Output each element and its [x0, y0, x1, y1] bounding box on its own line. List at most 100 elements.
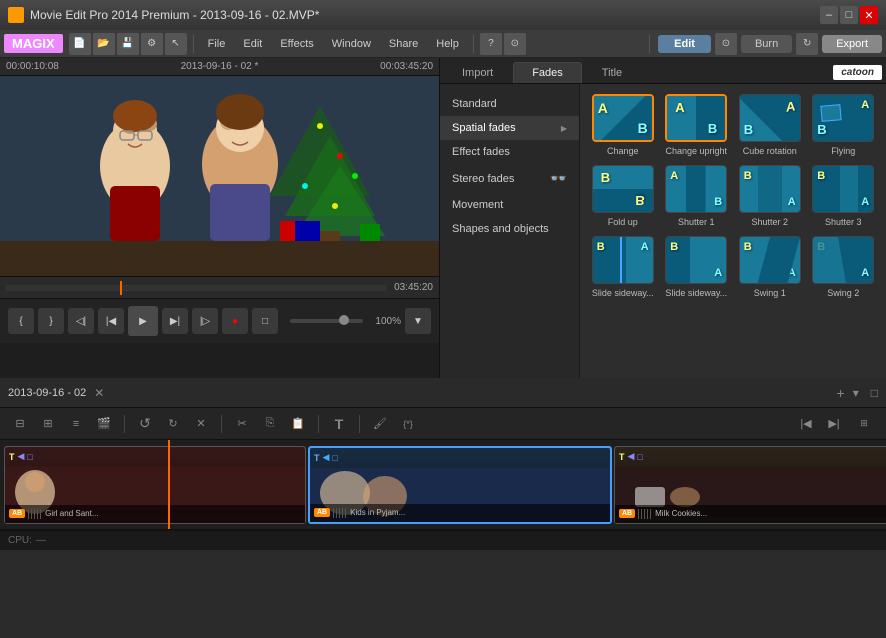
fade-slide1[interactable]: B A Slide sideway...	[590, 236, 656, 299]
scene-btn[interactable]: 🎬	[92, 412, 116, 436]
fade-fold[interactable]: B B Fold up	[590, 165, 656, 228]
fade-label-fold: Fold up	[608, 217, 638, 228]
redo-button[interactable]: ↻	[161, 412, 185, 436]
timeline-marker	[120, 281, 122, 295]
menu-file[interactable]: File	[200, 36, 234, 52]
save-button[interactable]: 💾	[117, 33, 139, 55]
fade-cube[interactable]: A B Cube rotation	[737, 94, 803, 157]
timeline-minimize-icon[interactable]: □	[871, 386, 878, 400]
fade-swing1[interactable]: B A Swing 1	[737, 236, 803, 299]
text-tool-btn[interactable]: T	[327, 412, 351, 436]
fades-item-shapes[interactable]: Shapes and objects	[440, 217, 579, 241]
next-frame-button[interactable]: |▷	[192, 308, 218, 334]
track-label: 2013-09-16 - 02 *	[181, 61, 259, 72]
fade-change[interactable]: A B Change	[590, 94, 656, 157]
record-button[interactable]: ●	[222, 308, 248, 334]
help-icon-button[interactable]: ?	[480, 33, 502, 55]
volume-down-icon: ▼	[405, 308, 431, 334]
paste-button[interactable]: 📋	[286, 412, 310, 436]
menu-share[interactable]: Share	[381, 36, 426, 52]
timeline-add-button[interactable]: +	[837, 385, 845, 401]
separator-3	[649, 35, 650, 53]
skip-start-btn[interactable]: |◀	[794, 412, 818, 436]
tab-title[interactable]: Title	[584, 63, 640, 83]
menu-edit[interactable]: Edit	[235, 36, 270, 52]
fade-slide2[interactable]: B A Slide sideway...	[664, 236, 730, 299]
maximize-button[interactable]: □	[840, 6, 858, 24]
close-button[interactable]: ✕	[860, 6, 878, 24]
volume-slider[interactable]	[290, 319, 363, 323]
timeline-toolbar: ⊟ ⊞ ≡ 🎬 ↺ ↻ ✕ ✂ ⎘ 📋 T 🖌 {*} |◀ ▶| ⊞	[0, 408, 886, 440]
burn-mode-button[interactable]: Burn	[741, 35, 792, 53]
export-mode-button[interactable]: Export	[822, 35, 882, 53]
open-button[interactable]: 📂	[93, 33, 115, 55]
menu-window[interactable]: Window	[324, 36, 379, 52]
play-button[interactable]: ▶	[128, 306, 158, 336]
fade-label-shutter1: Shutter 1	[678, 217, 715, 228]
clip-milk-cookies[interactable]: T ◀ □ AB Milk Cookies...	[614, 446, 886, 524]
fx-btn[interactable]: {*}	[396, 412, 420, 436]
fades-item-movement[interactable]: Movement	[440, 193, 579, 217]
fades-item-effect[interactable]: Effect fades	[440, 140, 579, 164]
fade-thumb-change-upright: A B	[665, 94, 727, 142]
text-icon-3: T	[619, 452, 625, 462]
clip-girl-santa[interactable]: T ◀ □ AB Girl and Sant...	[4, 446, 306, 524]
mark-out-button[interactable]: }	[38, 308, 64, 334]
skip-end-btn[interactable]: ▶|	[822, 412, 846, 436]
skip-fwd-button[interactable]: ▶|	[162, 308, 188, 334]
video-preview	[0, 76, 439, 276]
clip-header-3: T ◀ □	[615, 447, 886, 467]
tab-import[interactable]: Import	[444, 63, 511, 83]
edit-mode-button[interactable]: Edit	[658, 35, 711, 53]
view-mode-btn[interactable]: ⊟	[8, 412, 32, 436]
disc-icon: ⊙	[715, 33, 737, 55]
clip-name-2: Kids in Pyjam...	[350, 508, 405, 517]
fades-item-standard[interactable]: Standard	[440, 92, 579, 116]
fade-label-change-upright: Change upright	[665, 146, 727, 157]
mark-in-button[interactable]: {	[8, 308, 34, 334]
markers-btn[interactable]: ⊞	[850, 412, 878, 436]
fades-item-stereo[interactable]: Stereo fades 👓	[440, 164, 579, 193]
menu-help[interactable]: Help	[428, 36, 467, 52]
timeline-section: 2013-09-16 - 02 ✕ + ▾ □ ⊟ ⊞ ≡ 🎬 ↺ ↻ ✕ ✂ …	[0, 378, 886, 530]
fades-grid: A B Change A B Change upright	[580, 84, 886, 378]
fade-shutter3[interactable]: B A Shutter 3	[811, 165, 877, 228]
fade-label-slide2: Slide sideway...	[665, 288, 727, 299]
new-button[interactable]: 📄	[69, 33, 91, 55]
list-view-btn[interactable]: ≡	[64, 412, 88, 436]
delete-button[interactable]: ✕	[189, 412, 213, 436]
clip-kids-pyjama[interactable]: T ◀ □ AB Kids in Pyjam...	[308, 446, 612, 524]
transport-bar: { } ◁| |◀ ▶ ▶| |▷ ● □ 100% ▼	[0, 298, 439, 343]
waveform-icon-3	[638, 509, 652, 519]
skip-back-button[interactable]: |◀	[98, 308, 124, 334]
minimize-button[interactable]: –	[820, 6, 838, 24]
fades-item-spatial[interactable]: Spatial fades ▶	[440, 116, 579, 140]
clip-footer: AB Girl and Sant...	[5, 505, 305, 523]
separator-1	[193, 35, 194, 53]
fade-swing2[interactable]: B A Swing 2	[811, 236, 877, 299]
fade-shutter2[interactable]: B A Shutter 2	[737, 165, 803, 228]
timeline-expand-button[interactable]: ▾	[853, 386, 859, 400]
cursor-button[interactable]: ↖	[165, 33, 187, 55]
fade-change-upright[interactable]: A B Change upright	[664, 94, 730, 157]
menu-effects[interactable]: Effects	[272, 36, 321, 52]
overlay-icon-2: □	[332, 453, 337, 463]
grid-view-btn[interactable]: ⊞	[36, 412, 60, 436]
settings-button[interactable]: ⚙	[141, 33, 163, 55]
fade-shutter1[interactable]: A B Shutter 1	[664, 165, 730, 228]
volume-handle[interactable]	[339, 315, 349, 325]
copy-button[interactable]: ⎘	[258, 412, 282, 436]
timeline-header: 2013-09-16 - 02 ✕ + ▾ □	[0, 378, 886, 408]
timeline-close-button[interactable]: ✕	[94, 386, 104, 400]
undo-button[interactable]: ↺	[133, 412, 157, 436]
fade-flying[interactable]: A B Flying	[811, 94, 877, 157]
disc-button[interactable]: ⊙	[504, 33, 526, 55]
window-controls: – □ ✕	[820, 6, 878, 24]
prev-frame-button[interactable]: ◁|	[68, 308, 94, 334]
snapshot-button[interactable]: □	[252, 308, 278, 334]
fade-thumb-swing1: B A	[739, 236, 801, 284]
cut-button[interactable]: ✂	[230, 412, 254, 436]
right-panel: Import Fades Title catoon Standard Spati…	[440, 58, 886, 378]
tab-fades[interactable]: Fades	[513, 62, 582, 83]
color-btn[interactable]: 🖌	[368, 412, 392, 436]
